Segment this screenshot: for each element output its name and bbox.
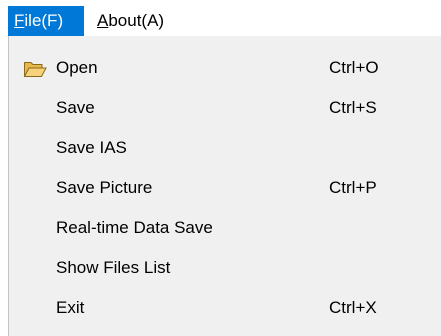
menu-item-save-picture-shortcut: Ctrl+P bbox=[329, 178, 377, 197]
menu-item-save[interactable]: Save Ctrl+S bbox=[9, 88, 441, 128]
menu-item-open-shortcut: Ctrl+O bbox=[329, 58, 379, 77]
file-menu[interactable]: File(F) bbox=[8, 6, 84, 36]
menu-item-save-picture-label: Save Picture bbox=[56, 178, 153, 197]
about-menu-mnemonic: A bbox=[97, 11, 109, 30]
menu-item-exit-shortcut: Ctrl+X bbox=[329, 298, 377, 317]
menu-item-open-label: Open bbox=[56, 58, 98, 77]
menu-item-save-label: Save bbox=[56, 98, 95, 117]
menu-item-save-shortcut: Ctrl+S bbox=[329, 98, 377, 117]
menu-item-save-ias[interactable]: Save IAS bbox=[9, 128, 441, 168]
file-menu-label: ile(F) bbox=[24, 11, 64, 30]
menu-item-realtime-data-save[interactable]: Real-time Data Save bbox=[9, 208, 441, 248]
menu-item-save-picture[interactable]: Save Picture Ctrl+P bbox=[9, 168, 441, 208]
menu-item-show-files-list-label: Show Files List bbox=[56, 258, 171, 277]
menu-item-show-files-list[interactable]: Show Files List bbox=[9, 248, 441, 288]
folder-open-icon bbox=[23, 62, 47, 77]
menu-item-exit[interactable]: Exit Ctrl+X bbox=[9, 288, 441, 328]
menu-item-realtime-data-save-label: Real-time Data Save bbox=[56, 218, 213, 237]
about-menu[interactable]: About(A) bbox=[91, 6, 187, 36]
menu-item-exit-label: Exit bbox=[56, 298, 85, 317]
about-menu-label: bout(A) bbox=[108, 11, 165, 30]
menu-item-save-ias-label: Save IAS bbox=[56, 138, 127, 157]
menu-item-open[interactable]: Open Ctrl+O bbox=[9, 48, 441, 88]
file-dropdown-menu: Open Ctrl+O Save Ctrl+S Save IAS Save Pi… bbox=[8, 36, 441, 336]
file-menu-mnemonic: F bbox=[14, 11, 25, 30]
